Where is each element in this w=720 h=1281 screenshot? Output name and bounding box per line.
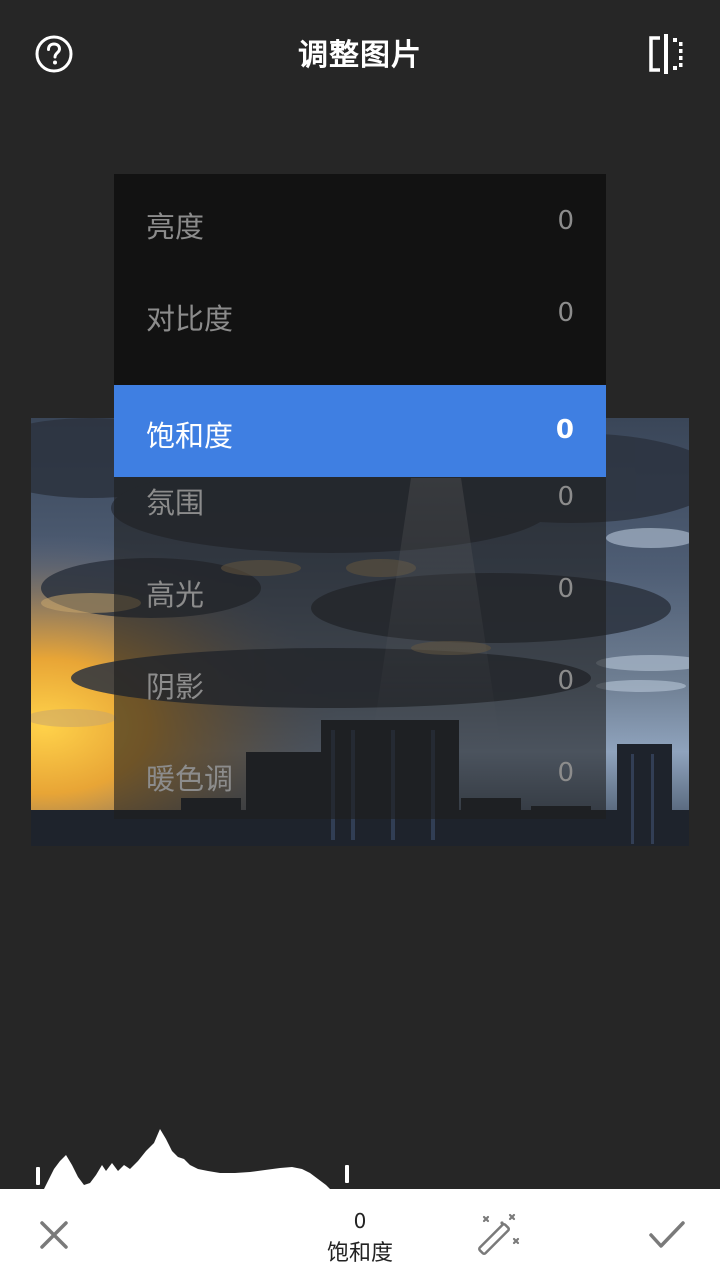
menu-item-value: 0	[557, 574, 574, 604]
close-icon	[40, 1221, 68, 1249]
menu-item-warmth[interactable]: 暖色调 0	[114, 728, 606, 820]
histogram	[30, 1125, 360, 1189]
page-title: 调整图片	[298, 38, 422, 73]
menu-item-value: 0	[555, 415, 574, 445]
menu-item-label: 亮度	[146, 210, 205, 244]
parameter-value: 0	[353, 1209, 367, 1233]
split-compare-icon	[649, 34, 683, 74]
bottom-bar: 0 饱和度	[0, 1189, 720, 1281]
menu-item-label: 对比度	[146, 302, 234, 336]
magic-wand-icon	[478, 1213, 520, 1255]
cancel-button[interactable]	[32, 1213, 76, 1257]
menu-item-value: 0	[557, 206, 574, 236]
menu-item-value: 0	[557, 666, 574, 696]
menu-item-label: 暖色调	[146, 762, 234, 796]
menu-item-label: 阴影	[146, 670, 205, 704]
menu-item-value: 0	[557, 482, 574, 512]
top-bar: 调整图片	[0, 0, 720, 110]
menu-item-value: 0	[557, 298, 574, 328]
menu-item-brightness[interactable]: 亮度 0	[114, 176, 606, 268]
adjustment-menu: 亮度 0 对比度 0 饱和度 0 氛围 0 高光 0 阴影 0 暖色调 0	[114, 174, 606, 819]
adjust-image-screen: 调整图片 亮度 0 对比度 0 饱和度 0 氛围 0 高光 0 阴影 0 暖色调…	[0, 0, 720, 1281]
parameter-name: 饱和度	[326, 1241, 393, 1266]
menu-item-contrast[interactable]: 对比度 0	[114, 268, 606, 360]
menu-item-ambiance[interactable]: 氛围 0	[114, 452, 606, 544]
checkmark-icon	[649, 1221, 685, 1248]
menu-item-label: 高光	[146, 578, 205, 612]
menu-item-label: 氛围	[146, 486, 205, 520]
menu-item-shadows[interactable]: 阴影 0	[114, 636, 606, 728]
menu-item-value: 0	[557, 758, 574, 788]
auto-adjust-button[interactable]	[474, 1213, 522, 1261]
apply-button[interactable]	[644, 1213, 690, 1257]
compare-button[interactable]	[646, 32, 686, 76]
menu-item-label: 饱和度	[146, 419, 234, 453]
menu-item-highlights[interactable]: 高光 0	[114, 544, 606, 636]
